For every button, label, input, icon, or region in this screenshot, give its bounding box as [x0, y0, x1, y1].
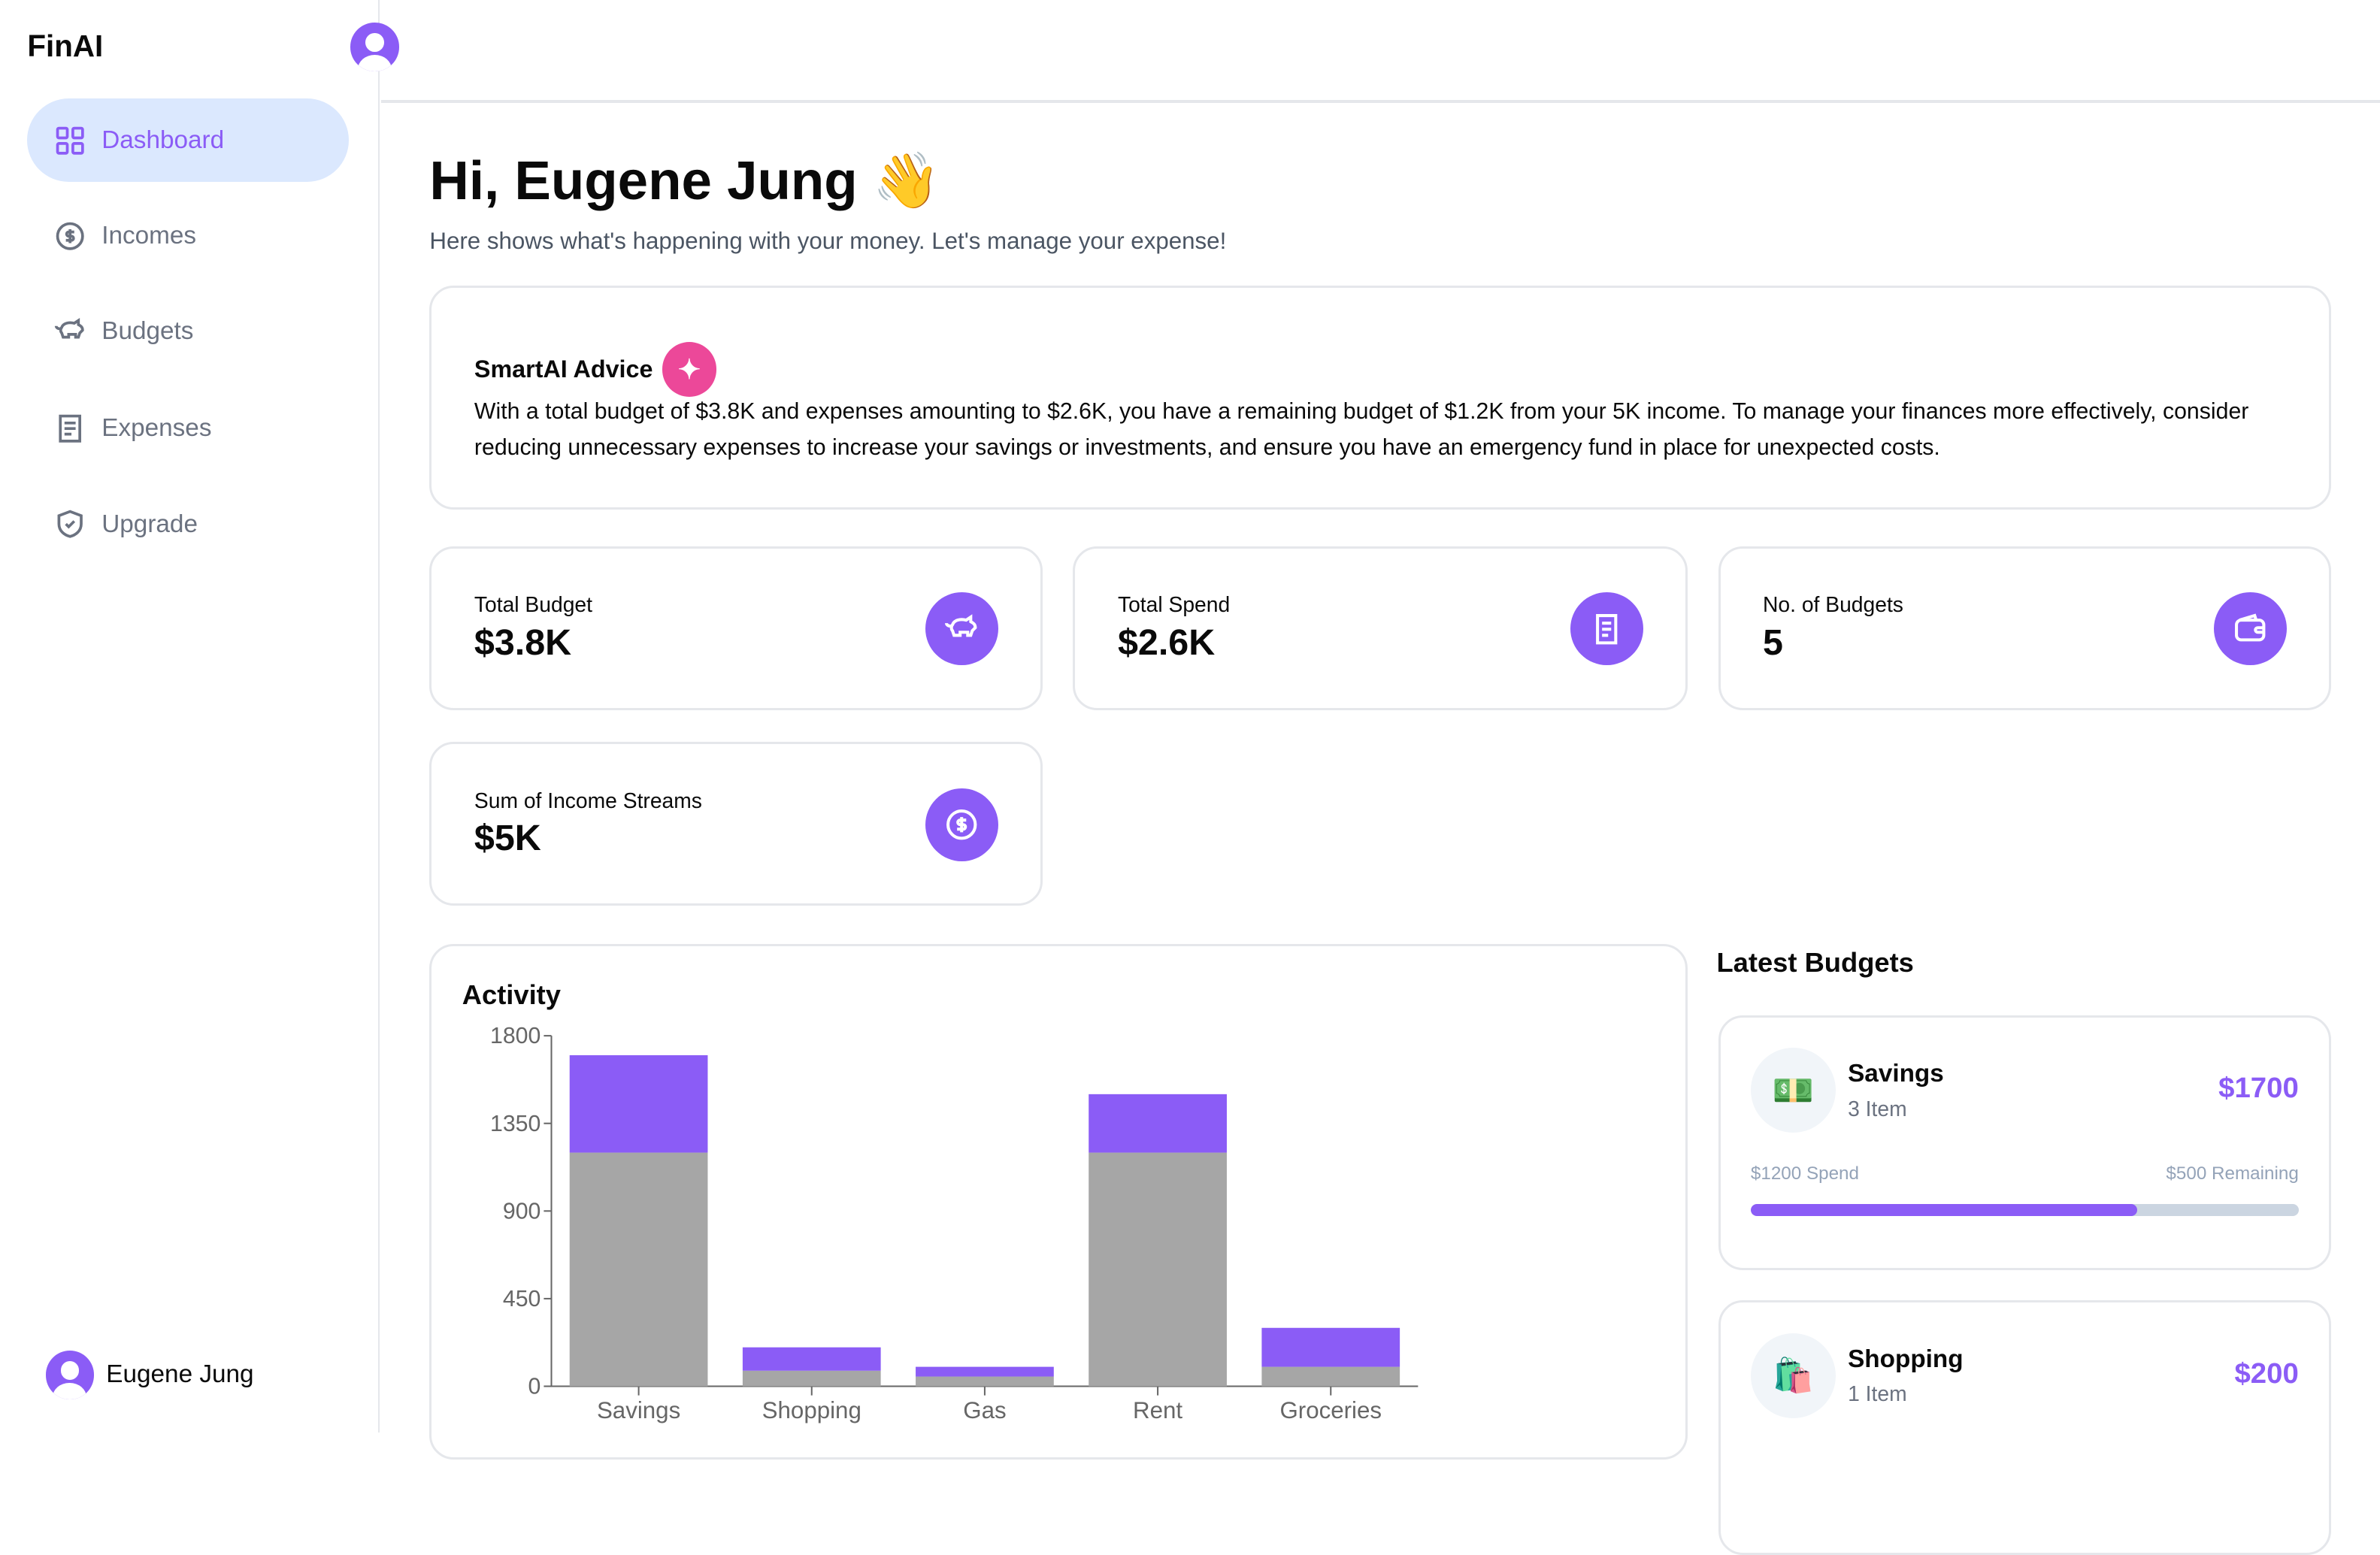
x-tick-label: Groceries — [1280, 1397, 1382, 1423]
sidebar-item-label: Budgets — [101, 317, 194, 346]
app-logo: FinAI — [27, 29, 104, 64]
stat-card-total-budget: Total Budget $3.8K — [429, 546, 1043, 710]
sparkle-icon: ✦ — [662, 342, 717, 397]
stat-card-total-spend: Total Spend $2.6K — [1073, 546, 1688, 710]
avatar — [45, 1350, 95, 1399]
sidebar: FinAI Dashboard Incomes Budgets Expenses… — [0, 0, 380, 1432]
budget-item-count: 1 Item — [1848, 1381, 1907, 1406]
sidebar-item-incomes[interactable]: Incomes — [27, 194, 349, 277]
bar-rent-remaining — [1089, 1094, 1228, 1153]
budget-card-shopping[interactable]: 🛍️ Shopping 1 Item $200 — [1718, 1300, 2332, 1555]
dollar-circle-icon — [56, 222, 84, 250]
stat-value: $5K — [474, 818, 541, 859]
activity-chart: 0 450 900 1350 1800 Savings Shopping Gas Rent Gro… — [490, 1024, 1419, 1423]
x-tick-label: Shopping — [762, 1397, 861, 1423]
budget-progress-fill — [1750, 1204, 2138, 1217]
user-avatar-button[interactable] — [350, 23, 399, 71]
money-emoji-icon: 💵 — [1750, 1048, 1836, 1133]
sidebar-item-label: Expenses — [101, 414, 212, 443]
stat-card-no-of-budgets: No. of Budgets 5 — [1718, 546, 2332, 710]
advice-text: With a total budget of $3.8K and expense… — [474, 398, 2249, 461]
x-tick-label: Savings — [597, 1397, 680, 1423]
grid-icon — [56, 126, 84, 155]
latest-budgets-title: Latest Budgets — [1716, 946, 1914, 978]
bar-savings-spend — [570, 1152, 708, 1387]
budget-name: Savings — [1848, 1060, 1944, 1088]
budget-item-count: 3 Item — [1848, 1096, 1907, 1121]
sidebar-item-upgrade[interactable]: Upgrade — [27, 483, 349, 566]
advice-title: SmartAI Advice — [474, 355, 653, 383]
receipt-icon — [59, 414, 81, 443]
x-tick-label: Rent — [1133, 1397, 1182, 1423]
stat-value: $3.8K — [474, 622, 572, 663]
bar-shopping-spend — [743, 1370, 881, 1387]
stat-value: $2.6K — [1117, 622, 1216, 663]
stat-label: Total Budget — [474, 592, 592, 617]
bar-groceries-remaining — [1261, 1327, 1400, 1367]
page-subtitle: Here shows what's happening with your mo… — [429, 227, 1227, 254]
piggy-bank-icon — [925, 592, 998, 666]
budget-remaining: $500 Remaining — [2166, 1163, 2299, 1184]
bar-groceries-spend — [1261, 1366, 1400, 1387]
y-tick-label: 0 — [528, 1374, 541, 1399]
piggy-bank-icon — [54, 317, 84, 339]
y-tick-label: 450 — [503, 1287, 541, 1311]
y-tick-label: 1350 — [490, 1112, 540, 1136]
bar-shopping-remaining — [743, 1347, 881, 1371]
top-bar — [350, 0, 2380, 104]
stat-card-income-streams: Sum of Income Streams $5K — [429, 742, 1043, 906]
x-tick-label: Gas — [964, 1397, 1007, 1423]
user-profile[interactable]: Eugene Jung — [45, 1350, 254, 1399]
budget-card-savings[interactable]: 💵 Savings 3 Item $1700 $1200 Spend $500 … — [1718, 1015, 2332, 1270]
budget-name: Shopping — [1848, 1345, 1964, 1373]
bar-gas-spend — [916, 1376, 1055, 1387]
y-tick-label: 900 — [503, 1199, 541, 1224]
stat-label: Sum of Income Streams — [474, 788, 702, 812]
budget-progress-bar — [1750, 1204, 2299, 1217]
bar-rent-spend — [1089, 1152, 1228, 1387]
stat-value: 5 — [1763, 622, 1783, 663]
smart-ai-advice-card: SmartAI Advice ✦ With a total budget of $… — [429, 285, 2332, 510]
shopping-bags-emoji-icon: 🛍️ — [1750, 1333, 1836, 1418]
sidebar-item-dashboard[interactable]: Dashboard — [27, 98, 350, 183]
receipt-icon — [1570, 592, 1643, 666]
bar-savings-remaining — [570, 1054, 708, 1153]
activity-chart-card: Activity 0 450 900 1350 1800 Savings Shopping G… — [429, 943, 1688, 1460]
sidebar-item-label: Upgrade — [101, 510, 198, 538]
bar-gas-remaining — [916, 1366, 1055, 1377]
sidebar-item-label: Incomes — [101, 221, 197, 250]
user-name: Eugene Jung — [106, 1360, 254, 1389]
budget-amount: $1700 — [2218, 1072, 2299, 1105]
y-tick-label: 1800 — [490, 1024, 540, 1048]
stat-label: Total Spend — [1117, 592, 1231, 617]
wallet-icon — [2213, 592, 2287, 666]
budget-spend: $1200 Spend — [1750, 1163, 1859, 1184]
shield-check-icon — [57, 510, 83, 539]
stat-label: No. of Budgets — [1763, 592, 1903, 617]
dollar-circle-icon — [925, 788, 998, 861]
page-title: Hi, Eugene Jung 👋 — [429, 150, 941, 211]
sidebar-item-expenses[interactable]: Expenses — [27, 387, 349, 470]
sidebar-item-label: Dashboard — [101, 126, 225, 154]
budget-amount: $200 — [2234, 1357, 2299, 1390]
sidebar-item-budgets[interactable]: Budgets — [27, 290, 349, 374]
